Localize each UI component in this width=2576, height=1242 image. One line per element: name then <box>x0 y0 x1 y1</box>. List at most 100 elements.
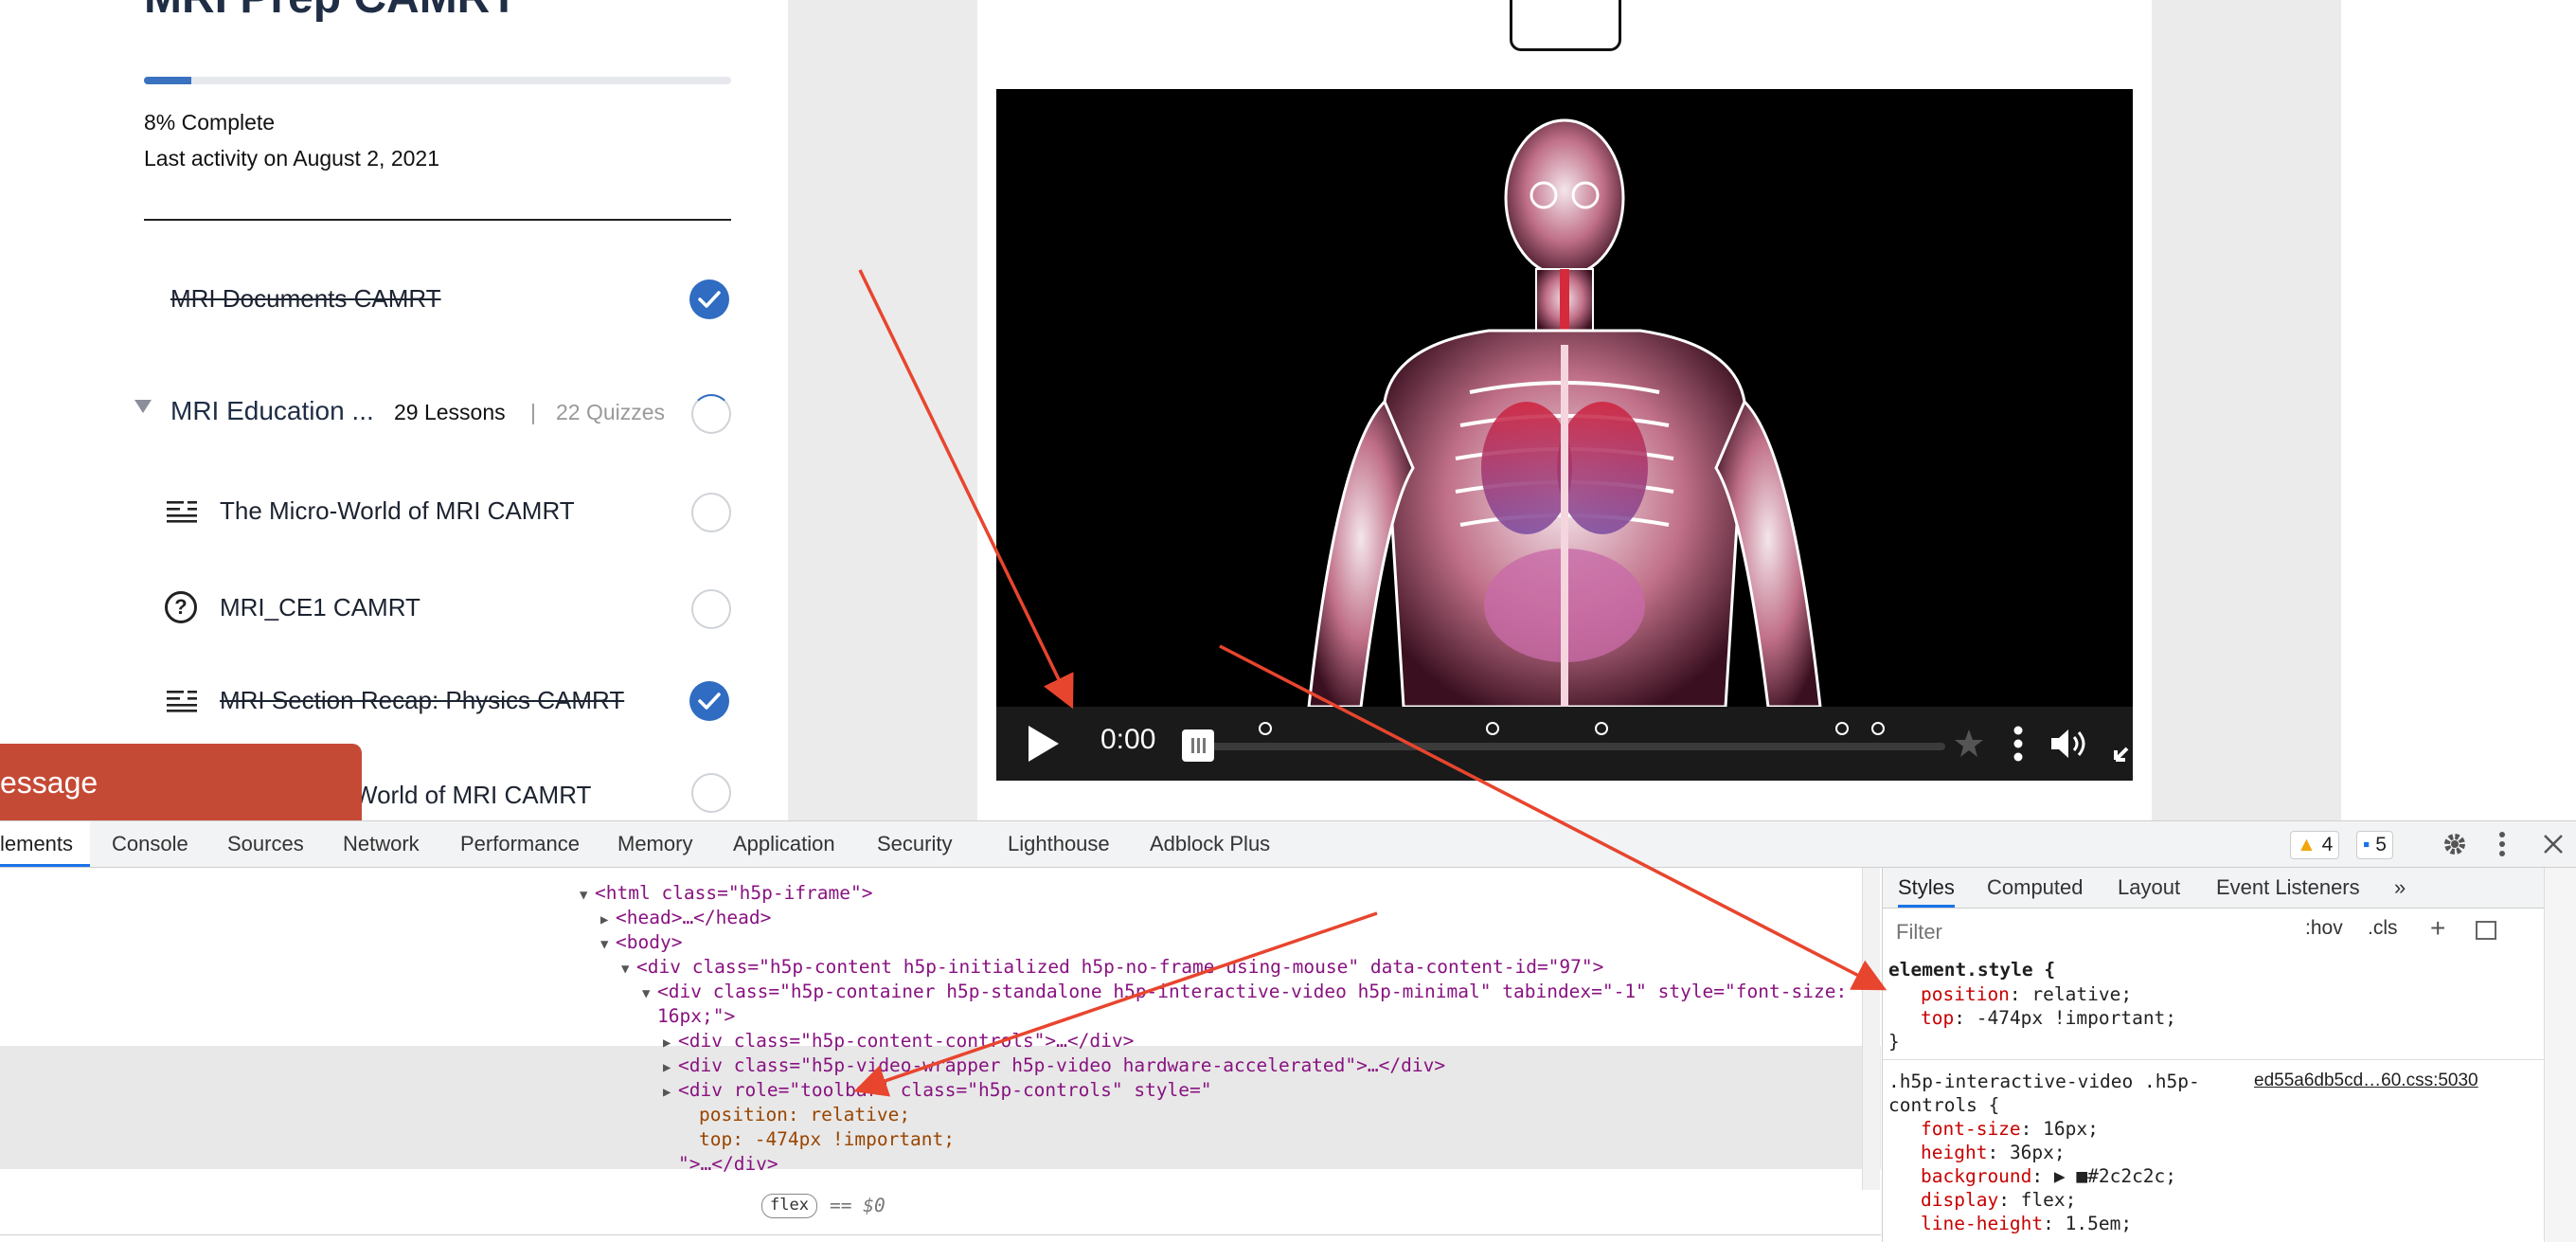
sidebar-section-mri-education[interactable]: MRI Education ... 29 Lessons | 22 Quizze… <box>133 385 733 441</box>
seek-handle[interactable] <box>1182 729 1214 762</box>
collapse-triangle-icon[interactable]: ▶ <box>663 1031 678 1055</box>
dom-node-text: <div class="h5p-content h5p-initialized … <box>636 956 1604 978</box>
sidebar-item-mri-ce1[interactable]: ? MRI_CE1 CAMRT <box>142 580 733 637</box>
sidebar-item-section-recap[interactable]: MRI Section Recap: Physics CAMRT <box>142 673 733 729</box>
dom-node-line[interactable]: ▶ <div class="h5p-video-wrapper h5p-video… <box>663 1053 1445 1078</box>
tab-computed[interactable]: Computed <box>1987 868 2084 908</box>
lesson-count: 29 Lessons <box>394 400 506 424</box>
style-prop-name: height <box>1921 1142 1988 1163</box>
interaction-marker[interactable] <box>1835 722 1849 735</box>
class-toggle[interactable]: .cls <box>2368 917 2398 940</box>
count-separator: | <box>530 400 536 424</box>
dom-node-line[interactable]: ▼ <div class="h5p-container h5p-standalon… <box>642 980 1847 1004</box>
styles-pane: Styles Computed Layout Event Listeners »… <box>1882 868 2576 1242</box>
devtools-panel: lements Console Sources Network Performa… <box>0 820 2576 1242</box>
interaction-marker[interactable] <box>1871 722 1885 735</box>
dom-scrollbar[interactable] <box>1862 868 1880 1190</box>
style-declaration[interactable]: line-height: 1.5em; <box>1921 1213 2132 1234</box>
style-prop-name: font-size <box>1921 1118 2021 1140</box>
style-declaration[interactable]: font-size: 16px; <box>1921 1118 2099 1140</box>
dom-node-line[interactable]: 16px;"> <box>642 1004 735 1029</box>
tab-elements[interactable]: lements <box>0 821 91 867</box>
video-seek-bar[interactable] <box>1197 722 1945 750</box>
collapse-triangle-icon[interactable]: ▶ <box>600 908 616 932</box>
styles-scrollbar[interactable] <box>2544 868 2576 1242</box>
rule-source-link[interactable]: ed55a6db5cd…60.css:5030 <box>2254 1071 2478 1091</box>
style-declaration[interactable]: height: 36px; <box>1921 1142 2066 1163</box>
messages-badge[interactable]: ▪ 5 <box>2356 831 2393 859</box>
tab-performance[interactable]: Performance <box>460 821 580 867</box>
style-prop-value: ▶ ■#2c2c2c; <box>2053 1165 2177 1187</box>
tab-event-listeners[interactable]: Event Listeners <box>2216 868 2360 908</box>
flex-badge[interactable]: flex <box>761 1194 817 1218</box>
bookmark-star-icon[interactable] <box>1953 728 1985 760</box>
collapse-triangle-icon[interactable]: ▶ <box>663 1080 678 1105</box>
style-prop-value: 36px; <box>2009 1142 2066 1163</box>
dom-node-text: <div class="h5p-video-wrapper h5p-video … <box>678 1054 1446 1076</box>
tab-security[interactable]: Security <box>877 821 952 867</box>
tab-console[interactable]: Console <box>112 821 188 867</box>
dom-node-line[interactable]: ">…</div> <box>663 1152 778 1177</box>
style-declaration[interactable]: display: flex; <box>1921 1189 2076 1211</box>
sidebar-item-micro-world[interactable]: The Micro-World of MRI CAMRT <box>142 483 733 540</box>
message-icon: ▪ <box>2363 834 2370 855</box>
style-declaration[interactable]: background: ▶ ■#2c2c2c; <box>1921 1165 2176 1187</box>
tab-lighthouse[interactable]: Lighthouse <box>1008 821 1110 867</box>
dom-node-line[interactable]: ▼ <div class="h5p-content h5p-initialized… <box>621 955 1603 980</box>
style-declaration[interactable]: top: -474px !important; <box>1921 1007 2176 1029</box>
sidebar-item-mri-documents[interactable]: MRI Documents CAMRT <box>142 271 733 328</box>
message-button[interactable]: essage <box>0 744 362 820</box>
course-progress-fill <box>144 77 191 84</box>
tab-layout[interactable]: Layout <box>2118 868 2180 908</box>
dom-node-line[interactable]: ▶ <div class="h5p-content-controls">…</di… <box>663 1029 1134 1053</box>
tab-memory[interactable]: Memory <box>617 821 692 867</box>
mobile-device-icon <box>1510 0 1621 51</box>
styles-tabbar: Styles Computed Layout Event Listeners » <box>1883 868 2576 909</box>
collapse-triangle-icon[interactable]: ▶ <box>663 1055 678 1080</box>
expand-triangle-icon[interactable]: ▼ <box>621 957 636 981</box>
caret-down-icon[interactable] <box>134 400 152 413</box>
content-gutter-right <box>2152 0 2341 820</box>
warnings-badge[interactable]: ▲ 4 <box>2290 831 2340 859</box>
styles-filter-input[interactable] <box>1894 917 2277 947</box>
close-icon[interactable] <box>2542 833 2565 855</box>
tab-application[interactable]: Application <box>733 821 835 867</box>
interaction-marker[interactable] <box>1595 722 1608 735</box>
more-options-icon[interactable] <box>2012 726 2025 762</box>
dom-node-line[interactable]: ▶ <div role="toolbar" class="h5p-controls… <box>663 1078 1212 1103</box>
expand-triangle-icon[interactable]: ▼ <box>580 883 595 908</box>
play-icon[interactable] <box>1025 724 1061 764</box>
tab-sources[interactable]: Sources <box>227 821 304 867</box>
dom-node-line[interactable]: top: -474px !important; <box>684 1127 955 1152</box>
dom-node-line[interactable]: ▶ <head>…</head> <box>600 906 771 930</box>
toggle-sidebar-icon[interactable] <box>2476 921 2496 940</box>
tab-styles[interactable]: Styles <box>1898 868 1955 908</box>
interaction-marker[interactable] <box>1486 722 1499 735</box>
volume-icon[interactable] <box>2049 726 2091 762</box>
dom-node-text: ">…</div> <box>678 1153 778 1175</box>
h5p-interactive-video[interactable]: 0:00 <box>996 89 2133 781</box>
dom-node-line[interactable]: ▼ <html class="h5p-iframe"> <box>580 881 873 906</box>
expand-triangle-icon[interactable]: ▼ <box>600 932 616 957</box>
page-right-margin <box>2341 0 2576 820</box>
more-tabs-chevron-icon[interactable]: » <box>2394 868 2406 908</box>
sidebar-item-label: MRI Documents CAMRT <box>170 284 441 313</box>
dom-node-line[interactable]: ▼ <body> <box>600 930 682 955</box>
style-declaration[interactable]: position: relative; <box>1921 983 2132 1005</box>
style-prop-value: 1.5em; <box>2065 1213 2133 1234</box>
style-prop-value: -474px !important; <box>1976 1007 2177 1029</box>
interaction-marker[interactable] <box>1259 722 1272 735</box>
hover-state-toggle[interactable]: :hov <box>2305 917 2343 940</box>
dom-node-line[interactable]: position: relative; <box>684 1103 910 1127</box>
kebab-menu-icon[interactable] <box>2496 831 2508 857</box>
course-title: MRI Prep CAMRT <box>144 0 518 24</box>
fullscreen-icon[interactable] <box>2112 724 2133 764</box>
sidebar-divider <box>144 219 731 221</box>
expand-triangle-icon[interactable]: ▼ <box>642 981 657 1006</box>
tab-network[interactable]: Network <box>343 821 420 867</box>
devtools-tabbar: lements Console Sources Network Performa… <box>0 821 2576 868</box>
checkmark-icon <box>689 279 729 319</box>
tab-adblock-plus[interactable]: Adblock Plus <box>1150 821 1270 867</box>
settings-gear-icon[interactable] <box>2442 831 2468 857</box>
new-rule-plus-icon[interactable]: + <box>2430 913 2445 944</box>
